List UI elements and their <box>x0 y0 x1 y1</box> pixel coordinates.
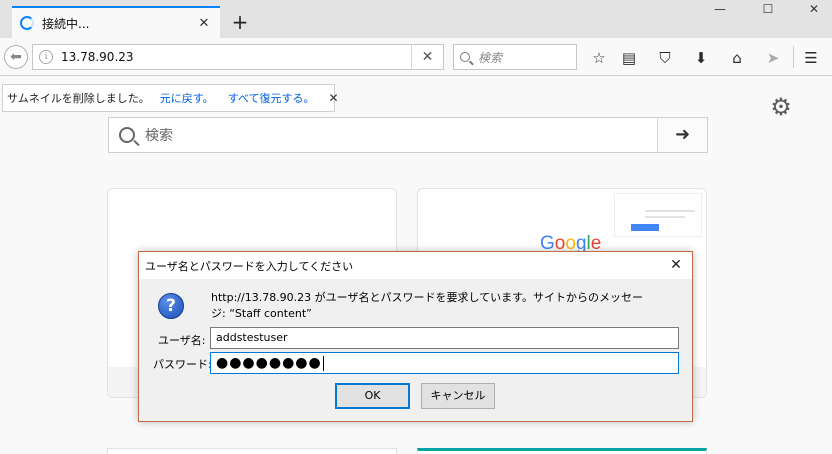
info-icon[interactable]: i <box>39 50 53 64</box>
menu-icon[interactable]: ☰ <box>800 47 822 69</box>
url-text[interactable]: 13.78.90.23 <box>61 50 411 64</box>
search-icon <box>119 127 135 143</box>
thumbnail-button-shape <box>631 224 659 231</box>
top-site-tile-3[interactable] <box>107 448 397 454</box>
pocket-icon[interactable]: ⛉ <box>654 47 676 69</box>
ok-button[interactable]: OK <box>335 383 410 409</box>
password-label: パスワード: <box>153 358 212 371</box>
page-search-box[interactable]: 検索 ➜ <box>108 117 708 153</box>
search-icon <box>460 52 470 62</box>
star-icon[interactable]: ☆ <box>588 47 610 69</box>
window-close-button[interactable]: ✕ <box>796 0 832 20</box>
username-field[interactable]: addstestuser <box>210 327 679 349</box>
undo-link[interactable]: 元に戻す。 <box>160 90 214 106</box>
thumbnail-line <box>645 216 685 218</box>
restore-all-link[interactable]: すべて復元する。 <box>228 90 315 106</box>
home-icon[interactable]: ⌂ <box>726 47 748 69</box>
question-icon: ? <box>158 293 184 319</box>
search-placeholder: 検索 <box>478 50 503 65</box>
tab-title: 接続中... <box>42 16 90 31</box>
dialog-titlebar: ユーザ名とパスワードを入力してください ✕ <box>139 252 692 279</box>
reading-list-icon[interactable]: ▤ <box>618 47 640 69</box>
search-input[interactable]: 検索 <box>453 44 577 70</box>
cancel-button[interactable]: キャンセル <box>421 383 495 409</box>
tab-active[interactable]: 接続中... ✕ <box>12 6 220 38</box>
download-icon[interactable]: ⬇ <box>690 47 712 69</box>
username-label: ユーザ名: <box>158 334 206 347</box>
back-arrow-icon[interactable]: ⬅ <box>4 45 28 69</box>
nav-bar: ⬅ i 13.78.90.23 ✕ 検索 ☆ ▤ ⛉ ⬇ ⌂ ➤ ☰ <box>0 38 832 76</box>
page-search-placeholder: 検索 <box>145 128 173 144</box>
notification-text: サムネイルを削除しました。 <box>7 92 150 105</box>
tab-strip: 接続中... ✕ + — ☐ ✕ <box>0 0 832 38</box>
url-clear-icon[interactable]: ✕ <box>411 45 443 69</box>
top-site-tile-4[interactable] <box>417 448 707 454</box>
thumbnail-removed-notification: サムネイルを削除しました。 元に戻す。 すべて復元する。 ✕ <box>2 84 339 112</box>
new-tab-button[interactable]: + <box>228 10 252 34</box>
password-dots: ●●●●●●●● <box>216 355 322 371</box>
gear-icon[interactable]: ⚙ <box>768 94 794 120</box>
thumbnail-preview <box>614 193 702 237</box>
auth-dialog: ユーザ名とパスワードを入力してください ✕ ? http://13.78.90.… <box>138 251 693 422</box>
password-field[interactable]: ●●●●●●●● <box>210 352 679 374</box>
thumbnail-line <box>645 210 695 212</box>
maximize-button[interactable]: ☐ <box>750 0 786 20</box>
search-go-arrow-icon[interactable]: ➜ <box>657 118 707 152</box>
send-icon[interactable]: ➤ <box>762 47 784 69</box>
loading-throbber-icon <box>20 16 34 30</box>
toolbar-separator <box>793 46 794 68</box>
url-bar[interactable]: i 13.78.90.23 ✕ <box>32 44 444 70</box>
dialog-message: http://13.78.90.23 がユーザ名とパスワードを要求しています。サ… <box>211 291 644 320</box>
notification-close-icon[interactable]: ✕ <box>328 91 338 105</box>
dialog-close-icon[interactable]: ✕ <box>666 255 686 275</box>
minimize-button[interactable]: — <box>702 0 738 20</box>
dialog-title: ユーザ名とパスワードを入力してください <box>145 260 354 273</box>
tab-close-icon[interactable]: ✕ <box>196 16 212 31</box>
text-caret <box>322 355 324 371</box>
